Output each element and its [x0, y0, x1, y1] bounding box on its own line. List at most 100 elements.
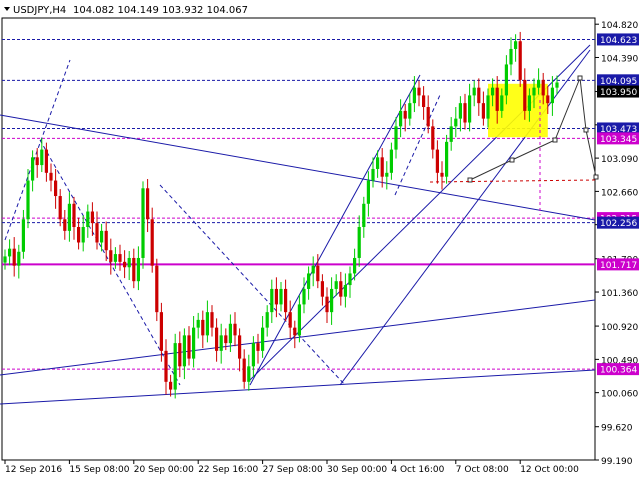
- candle-body: [541, 79, 545, 96]
- candle-body: [146, 188, 150, 220]
- candle-body: [63, 219, 67, 231]
- candle-body: [182, 335, 186, 367]
- candle-body: [178, 343, 182, 367]
- candle-body: [440, 172, 444, 177]
- candle-body: [44, 149, 48, 173]
- x-axis: 12 Sep 2016 15 Sep 08:00 20 Sep 00:00 22 Se…: [4, 460, 579, 475]
- candle-body: [81, 227, 85, 243]
- candle-body: [546, 95, 550, 104]
- candle-body: [449, 126, 453, 142]
- candle-body: [320, 281, 324, 297]
- current-price-label: 103.950: [600, 88, 637, 98]
- trend-line: [0, 299, 596, 376]
- x-tick-label: 12 Oct 00:00: [520, 465, 579, 475]
- candle-body: [472, 87, 476, 96]
- candle-body: [445, 141, 449, 177]
- candle-body: [159, 312, 163, 351]
- forecast-node: [593, 174, 599, 180]
- candle-body: [31, 157, 35, 181]
- candle-body: [219, 335, 223, 351]
- candle-body: [150, 219, 154, 266]
- candle-body: [334, 281, 338, 289]
- candle-body: [477, 87, 481, 104]
- candle-body: [316, 265, 320, 282]
- candle-body: [77, 227, 81, 243]
- candle-body: [279, 288, 283, 305]
- candle-body: [325, 296, 329, 313]
- candle-body: [454, 118, 458, 127]
- candle-body: [297, 304, 301, 336]
- candle-body: [256, 343, 260, 351]
- symbol-label: USDJPY,H4: [13, 5, 66, 16]
- candle-body: [196, 319, 200, 328]
- candle-body: [169, 381, 173, 390]
- price-tag-label: 104.095: [600, 77, 637, 87]
- x-tick-label: 20 Sep 00:00: [134, 465, 194, 475]
- candle-body: [238, 335, 242, 359]
- candle-body: [380, 157, 384, 177]
- candle-body: [228, 323, 232, 344]
- candle-body: [201, 319, 205, 336]
- candle-body: [205, 312, 209, 336]
- candle-body: [86, 211, 90, 228]
- candle-body: [242, 358, 246, 382]
- trend-line: [249, 74, 421, 386]
- candle-body: [362, 203, 366, 228]
- candle-body: [311, 265, 315, 274]
- candle-body: [431, 126, 435, 150]
- y-tick-label: 100.920: [601, 323, 638, 333]
- candle-body: [95, 223, 99, 243]
- y-tick-label: 99.620: [601, 424, 633, 434]
- candle-body: [26, 180, 30, 220]
- candle-body: [426, 107, 430, 127]
- candle-body: [270, 288, 274, 313]
- candle-body: [261, 327, 265, 351]
- ohlc-readout: 104.082 104.149 103.932 104.067: [73, 5, 248, 16]
- candle-body: [532, 87, 536, 96]
- candle-body: [458, 103, 462, 119]
- candle-body: [224, 335, 228, 344]
- candle-body: [274, 288, 278, 305]
- candle-body: [495, 87, 499, 111]
- candle-body: [123, 261, 127, 268]
- forecast-node: [583, 127, 589, 133]
- candle-body: [422, 95, 426, 108]
- candle-body: [293, 327, 297, 336]
- candle-body: [118, 254, 122, 262]
- candle-body: [155, 265, 159, 313]
- target-line: [429, 179, 596, 183]
- price-chart[interactable]: USDJPY,H4 104.082 104.149 103.932 104.06…: [0, 0, 640, 480]
- candle-body: [555, 82, 559, 88]
- candles: [3, 31, 559, 399]
- candle-body: [514, 41, 518, 49]
- candle-body: [518, 41, 522, 80]
- candle-body: [509, 48, 513, 65]
- candle-body: [215, 327, 219, 351]
- candle-body: [67, 203, 71, 231]
- candle-body: [468, 95, 472, 123]
- x-tick-label: 4 Oct 16:00: [391, 465, 444, 475]
- candle-body: [537, 79, 541, 88]
- candle-body: [54, 180, 58, 197]
- y-tick-label: 103.090: [601, 155, 638, 165]
- x-tick-label: 7 Oct 08:00: [456, 465, 509, 475]
- candle-body: [403, 110, 407, 119]
- candle-body: [164, 350, 168, 382]
- candle-body: [35, 157, 39, 166]
- candle-body: [376, 157, 380, 169]
- symbol-dropdown-icon[interactable]: [4, 7, 10, 11]
- candle-body: [353, 257, 357, 274]
- price-tag-label: 101.717: [600, 261, 637, 271]
- candle-body: [527, 95, 531, 111]
- candle-body: [12, 248, 16, 266]
- candle-body: [132, 257, 136, 282]
- candle-body: [127, 257, 131, 268]
- candle-body: [40, 149, 44, 166]
- candle-body: [366, 180, 370, 204]
- candle-body: [339, 281, 343, 297]
- candle-body: [3, 256, 7, 263]
- candle-body: [251, 343, 255, 367]
- y-tick-label: 99.190: [601, 457, 633, 467]
- candle-body: [17, 251, 21, 266]
- candle-body: [58, 196, 62, 220]
